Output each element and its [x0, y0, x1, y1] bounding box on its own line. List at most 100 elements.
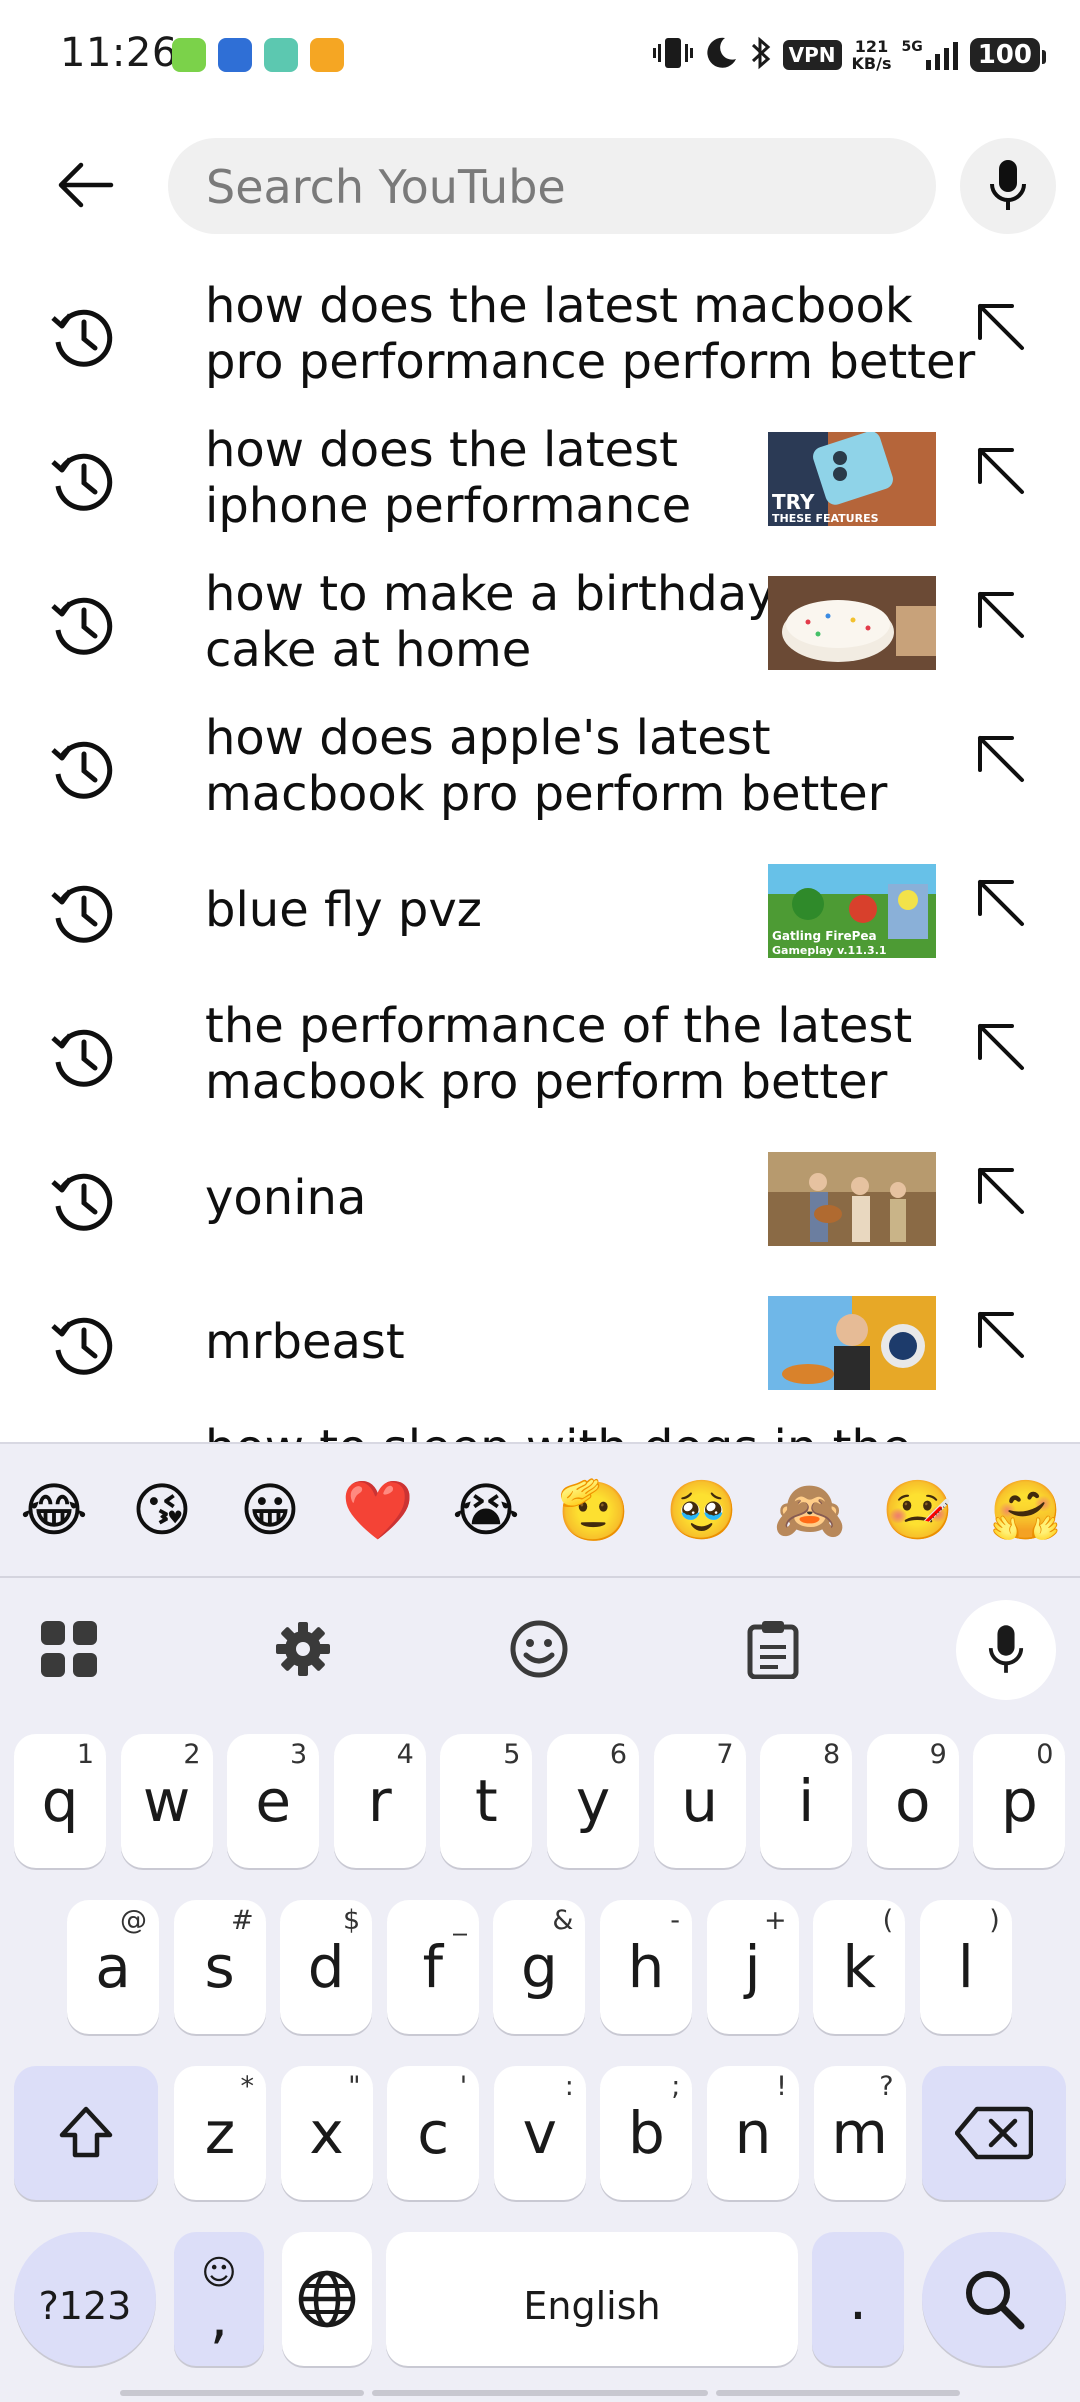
signal-5g-icon: 5G: [901, 40, 959, 70]
key-hint: +: [763, 1905, 787, 1936]
back-button[interactable]: [40, 150, 130, 220]
key-h[interactable]: h-: [600, 1900, 692, 2034]
key-v[interactable]: v:: [493, 2066, 586, 2200]
suggestion-row[interactable]: how to make a birthday cake at home: [0, 550, 1080, 694]
keyboard-voice-input-button[interactable]: [956, 1600, 1056, 1700]
shift-key[interactable]: [14, 2066, 158, 2200]
history-icon: [50, 880, 116, 946]
key-t[interactable]: t5: [440, 1734, 533, 1868]
key-k[interactable]: k(: [813, 1900, 906, 2034]
apps-grid-button[interactable]: [24, 1604, 114, 1694]
emoji-suggestion[interactable]: 😀: [230, 1481, 310, 1539]
key-s[interactable]: s #: [173, 1900, 266, 2034]
key-label: f: [422, 1933, 443, 2001]
clipboard-button[interactable]: [728, 1604, 818, 1694]
emoji-suggestion[interactable]: 😘: [122, 1481, 202, 1539]
key-l[interactable]: l): [919, 1900, 1012, 2034]
emoji-suggestion[interactable]: ❤️: [338, 1481, 418, 1539]
search-input[interactable]: [204, 150, 908, 224]
suggestion-line-1: how does the latest macbook: [205, 278, 913, 334]
fill-query-arrow-icon[interactable]: [972, 442, 1028, 498]
key-i[interactable]: i8: [760, 1734, 853, 1868]
key-p[interactable]: p0: [973, 1734, 1066, 1868]
key-o[interactable]: o9: [866, 1734, 959, 1868]
key-label: s: [204, 1933, 235, 2001]
key-a[interactable]: a @: [67, 1900, 159, 2034]
gesture-navigation-bar[interactable]: [0, 2384, 1080, 2400]
key-hint: 1: [76, 1739, 94, 1770]
symbols-key[interactable]: ?123: [14, 2232, 156, 2366]
clipboard-icon: [747, 1621, 799, 1679]
period-key[interactable]: .: [812, 2232, 904, 2366]
emoji-keyboard-button[interactable]: [494, 1604, 584, 1694]
fill-query-arrow-icon[interactable]: [972, 1162, 1028, 1218]
status-bar: 11:26 VPN 121 KB/s 5G 100: [0, 0, 1080, 110]
suggestion-text-partially-hidden[interactable]: how to sleep with dogs in the: [205, 1420, 911, 1442]
key-f[interactable]: f _: [386, 1900, 479, 2034]
network-type: 5G: [901, 39, 923, 55]
thumbnail-caption: Gatling FirePea: [772, 929, 877, 943]
fill-query-arrow-icon[interactable]: [972, 874, 1028, 930]
key-x[interactable]: x ": [280, 2066, 373, 2200]
emoji-suggestion[interactable]: 🤒: [878, 1481, 958, 1539]
emoji-suggestion[interactable]: 🫡: [554, 1481, 634, 1539]
key-q[interactable]: q1: [14, 1734, 106, 1868]
key-r[interactable]: r4: [333, 1734, 426, 1868]
fill-query-arrow-icon[interactable]: [972, 1306, 1028, 1362]
suggestion-row[interactable]: blue fly pvz Gatling FirePea Gameplay v.11…: [0, 838, 1080, 982]
key-b[interactable]: b;: [600, 2066, 693, 2200]
emoji-suggestion[interactable]: 😂: [14, 1481, 94, 1539]
fill-query-arrow-icon[interactable]: [972, 1018, 1028, 1074]
language-switch-key[interactable]: [282, 2232, 372, 2366]
status-time: 11:26: [60, 30, 178, 76]
key-c[interactable]: c ': [387, 2066, 480, 2200]
emoji-suggestion[interactable]: 🤗: [986, 1481, 1066, 1539]
shift-arrow-icon: [59, 2106, 113, 2158]
network-speed-value: 121: [854, 37, 889, 56]
key-d[interactable]: d $: [280, 1900, 373, 2034]
emoji-suggestion[interactable]: 🙈: [770, 1481, 850, 1539]
history-icon: [50, 1312, 116, 1378]
key-label: n: [734, 2099, 772, 2167]
emoji-comma-key[interactable]: ☺ ,: [174, 2232, 264, 2366]
suggestion-row[interactable]: how does apple's latest macbook pro perfo…: [0, 694, 1080, 838]
key-label: z: [204, 2099, 236, 2167]
key-u[interactable]: u7: [653, 1734, 746, 1868]
notification-app-icon-tools: [310, 38, 344, 72]
suggestion-row[interactable]: yonina: [0, 1126, 1080, 1270]
key-y[interactable]: y6: [547, 1734, 639, 1868]
history-icon: [50, 592, 116, 658]
search-box[interactable]: [168, 138, 936, 234]
suggestion-row[interactable]: mrbeast: [0, 1270, 1080, 1414]
key-label: i: [798, 1767, 815, 1835]
key-g[interactable]: g &: [493, 1900, 586, 2034]
emoji-suggestion[interactable]: 😭: [446, 1481, 526, 1539]
key-w[interactable]: w2: [120, 1734, 213, 1868]
voice-search-button[interactable]: [960, 138, 1056, 234]
network-speed-unit: KB/s: [851, 54, 892, 73]
key-hint: 9: [929, 1739, 947, 1770]
battery-indicator: 100: [969, 38, 1047, 72]
backspace-key[interactable]: [922, 2066, 1066, 2200]
key-m[interactable]: m?: [813, 2066, 906, 2200]
fill-query-arrow-icon[interactable]: [972, 586, 1028, 642]
suggestion-thumbnail: [768, 1152, 936, 1246]
key-label: x: [309, 2099, 344, 2167]
search-enter-key[interactable]: [922, 2232, 1066, 2366]
key-n[interactable]: n!: [707, 2066, 799, 2200]
suggestion-row[interactable]: the performance of the latest macbook pro…: [0, 982, 1080, 1126]
fill-query-arrow-icon[interactable]: [972, 730, 1028, 786]
key-e[interactable]: e3: [227, 1734, 320, 1868]
keyboard-settings-button[interactable]: [258, 1604, 348, 1694]
fill-query-arrow-icon[interactable]: [972, 298, 1028, 354]
suggestion-row[interactable]: how does the latest macbook pro performan…: [0, 262, 1080, 406]
key-label: g: [520, 1933, 558, 2001]
key-z[interactable]: z *: [174, 2066, 266, 2200]
grid-icon: [41, 1621, 97, 1677]
space-bar[interactable]: English: [386, 2232, 798, 2366]
suggestion-row[interactable]: how does the latest iphone performance TRY…: [0, 406, 1080, 550]
thumbnail-caption: TRY: [772, 490, 815, 514]
key-hint: ': [459, 2071, 468, 2102]
emoji-suggestion[interactable]: 🥹: [662, 1481, 742, 1539]
key-j[interactable]: j +: [706, 1900, 799, 2034]
